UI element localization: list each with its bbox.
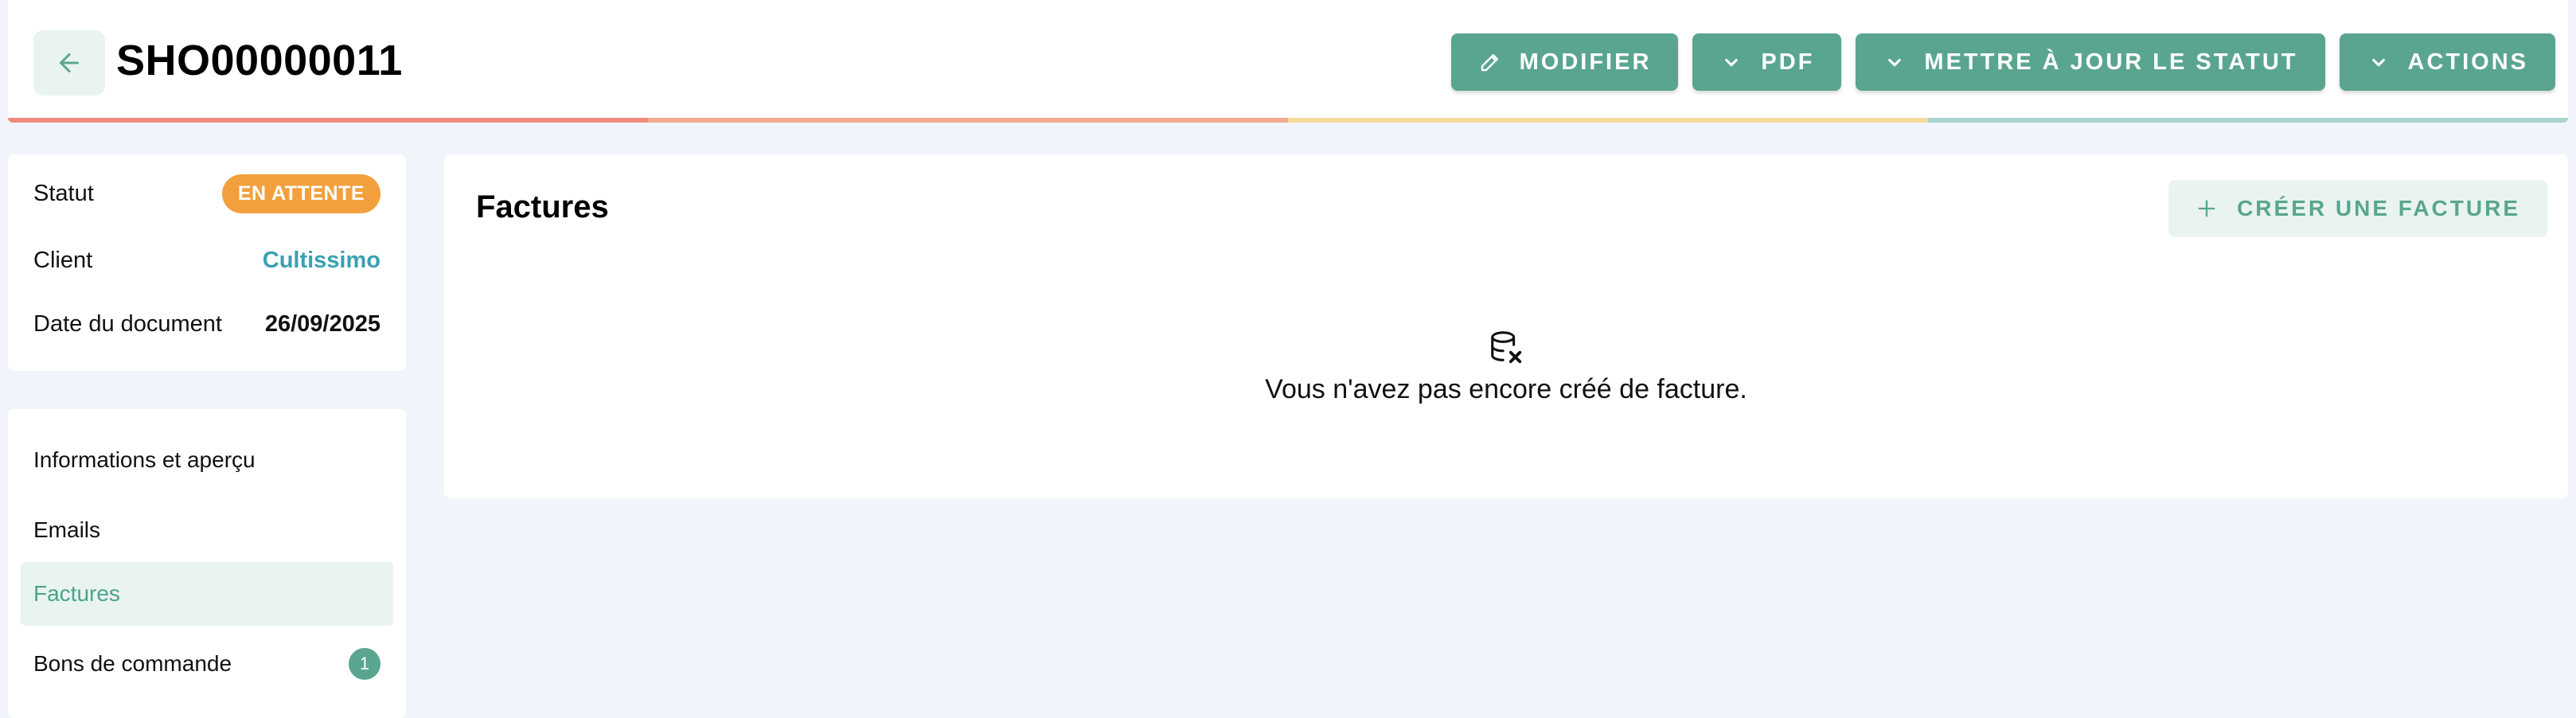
invoices-panel: Factures CRÉER UNE FACTURE Vous n'avez p… bbox=[444, 154, 2568, 498]
chevron-down-icon bbox=[2371, 58, 2385, 67]
panel-title: Factures bbox=[476, 189, 609, 224]
nav-item-bons-de-commande[interactable]: Bons de commande 1 bbox=[21, 632, 393, 696]
progress-segment-4 bbox=[1928, 118, 2568, 123]
pdf-button-label: PDF bbox=[1761, 49, 1815, 75]
status-label: Statut bbox=[33, 180, 94, 206]
count-badge: 1 bbox=[349, 648, 381, 680]
section-nav: Informations et aperçu Emails Factures B… bbox=[8, 409, 406, 718]
document-title: SHO00000011 bbox=[116, 37, 403, 84]
back-button[interactable] bbox=[33, 30, 105, 96]
progress-segment-1 bbox=[8, 118, 648, 123]
edit-button[interactable]: MODIFIER bbox=[1450, 33, 1679, 91]
date-row: Date du document 26/09/2025 bbox=[33, 304, 381, 344]
empty-state: Vous n'avez pas encore créé de facture. bbox=[444, 330, 2568, 405]
client-row: Client Cultissimo bbox=[33, 240, 381, 280]
nav-item-label: Factures bbox=[33, 581, 120, 606]
status-badge: EN ATTENTE bbox=[221, 174, 381, 213]
client-label: Client bbox=[33, 247, 93, 273]
status-row: Statut EN ATTENTE bbox=[33, 174, 381, 213]
header-actions: MODIFIER PDF METTRE À JOUR LE STATUT ACT… bbox=[1450, 33, 2555, 91]
nav-item-factures[interactable]: Factures bbox=[21, 562, 393, 626]
empty-state-text: Vous n'avez pas encore créé de facture. bbox=[1265, 374, 1747, 404]
nav-item-label: Informations et aperçu bbox=[33, 447, 256, 472]
edit-button-label: MODIFIER bbox=[1519, 49, 1652, 75]
client-link[interactable]: Cultissimo bbox=[263, 248, 381, 274]
actions-button[interactable]: ACTIONS bbox=[2339, 33, 2555, 91]
status-progress-bar bbox=[8, 118, 2568, 123]
update-status-button-label: METTRE À JOUR LE STATUT bbox=[1924, 49, 2298, 75]
document-info-card: Statut EN ATTENTE Client Cultissimo Date… bbox=[8, 154, 406, 371]
nav-item-emails[interactable]: Emails bbox=[21, 498, 393, 562]
chevron-down-icon bbox=[1725, 58, 1739, 67]
actions-button-label: ACTIONS bbox=[2407, 49, 2528, 75]
pencil-icon bbox=[1481, 54, 1498, 72]
plus-icon bbox=[2198, 200, 2215, 217]
date-label: Date du document bbox=[33, 310, 222, 337]
pdf-button[interactable]: PDF bbox=[1692, 33, 1842, 91]
arrow-left-icon bbox=[60, 53, 79, 72]
database-x-icon bbox=[1491, 331, 1522, 364]
progress-segment-2 bbox=[648, 118, 1288, 123]
nav-item-label: Bons de commande bbox=[33, 651, 232, 676]
create-invoice-label: CRÉER UNE FACTURE bbox=[2237, 196, 2520, 220]
date-value: 26/09/2025 bbox=[264, 310, 381, 337]
progress-segment-3 bbox=[1288, 118, 1928, 123]
nav-item-informations[interactable]: Informations et aperçu bbox=[21, 428, 393, 492]
nav-item-label: Emails bbox=[33, 517, 101, 542]
create-invoice-button[interactable]: CRÉER UNE FACTURE bbox=[2168, 180, 2547, 237]
update-status-button[interactable]: METTRE À JOUR LE STATUT bbox=[1856, 33, 2325, 91]
page-header: SHO00000011 MODIFIER PDF METTRE À JOUR L… bbox=[8, 0, 2568, 123]
chevron-down-icon bbox=[1888, 58, 1902, 67]
